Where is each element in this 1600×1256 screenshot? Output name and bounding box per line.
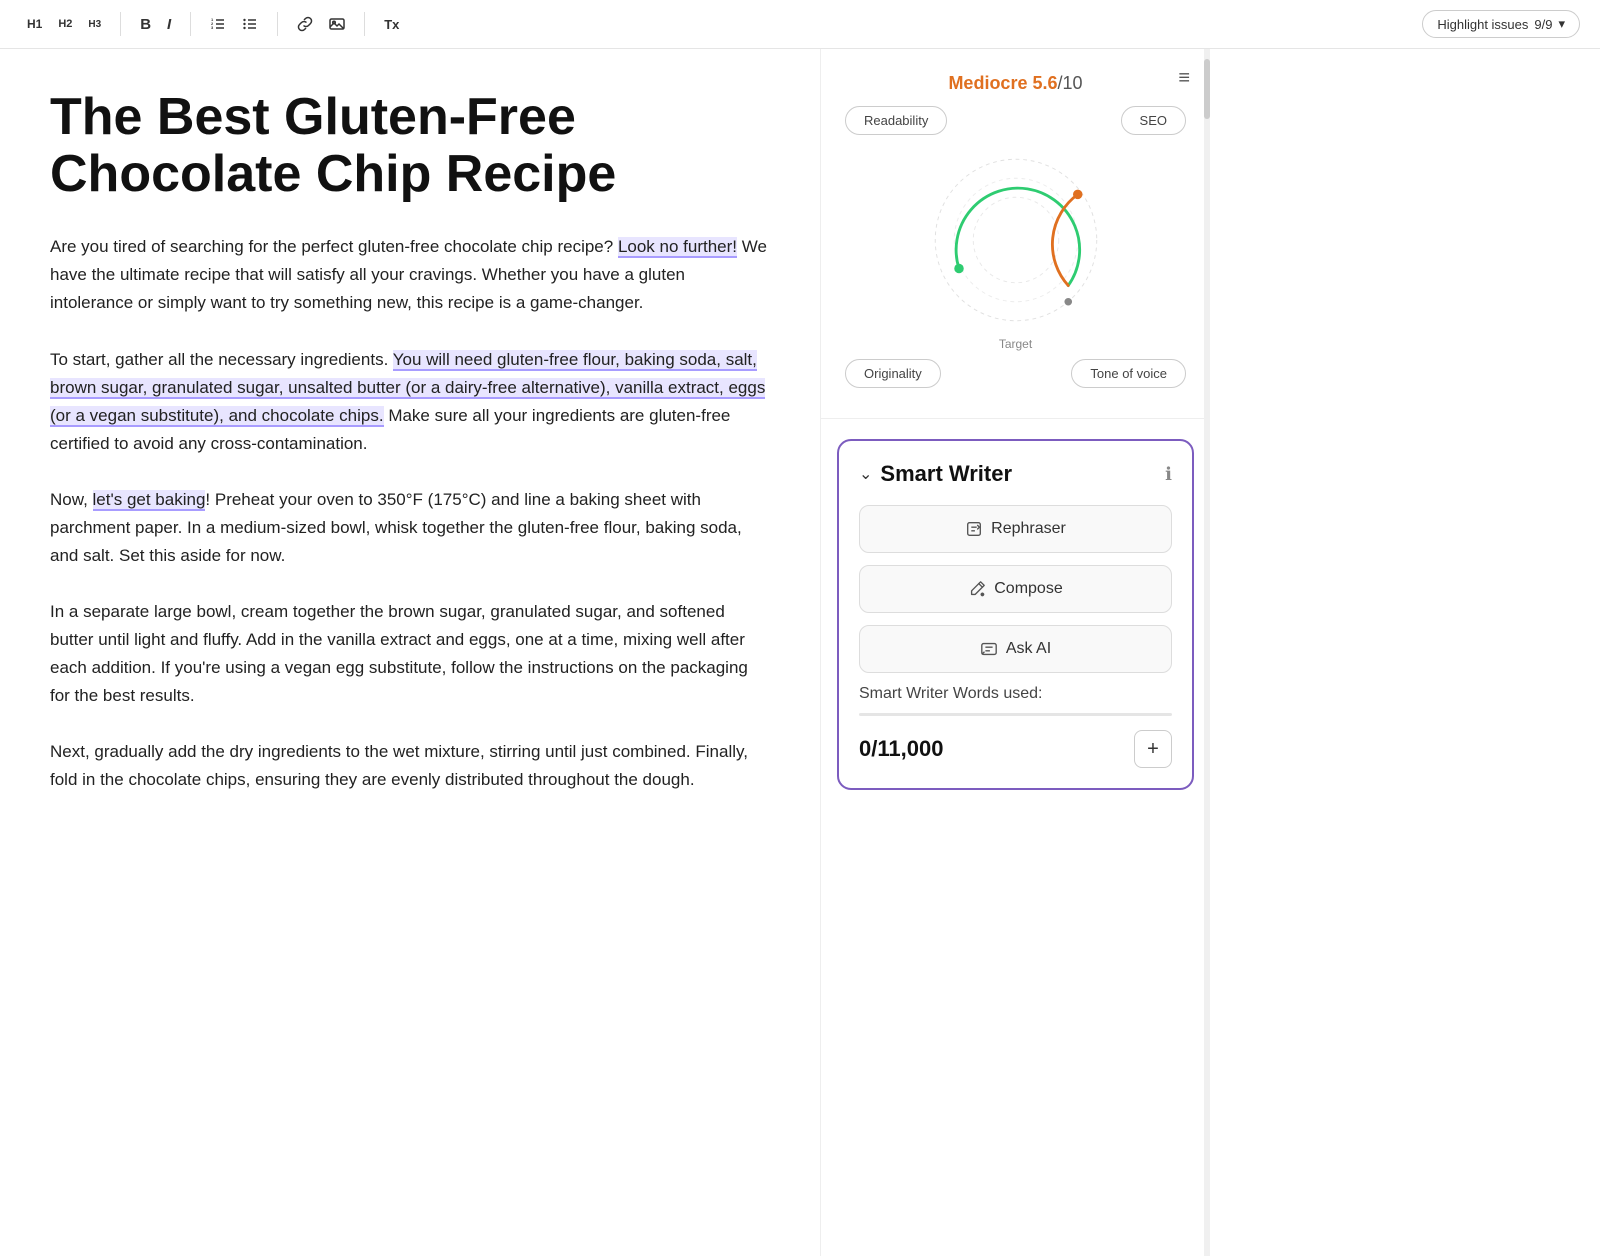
smart-writer-title: Smart Writer: [880, 461, 1012, 487]
sw-header-left: ⌄ Smart Writer: [859, 461, 1012, 487]
image-button[interactable]: [322, 12, 352, 36]
compose-button[interactable]: Compose: [859, 565, 1172, 613]
article-title: The Best Gluten-Free Chocolate Chip Reci…: [50, 89, 770, 203]
ask-ai-button[interactable]: Ask AI: [859, 625, 1172, 673]
h1-button[interactable]: H1: [20, 13, 49, 35]
p3-highlight-1: let's get baking: [93, 490, 206, 511]
compose-icon: [968, 580, 986, 598]
highlight-issues-button[interactable]: Highlight issues 9/9 ▾: [1422, 10, 1580, 38]
format-buttons: B I: [133, 12, 178, 37]
list-buttons: 1 2 3: [203, 12, 265, 36]
score-value: 5.6: [1032, 73, 1057, 93]
words-used-value: 0: [859, 736, 871, 761]
gauge-container: [845, 145, 1186, 335]
right-panel: ≡ Mediocre 5.6/10 Readability SEO: [820, 49, 1210, 1256]
toolbar: H1 H2 H3 B I 1 2 3: [0, 0, 1600, 49]
rephraser-icon: [965, 520, 983, 538]
p5-text-1: Next, gradually add the dry ingredients …: [50, 742, 748, 789]
ask-ai-label: Ask AI: [1006, 640, 1051, 658]
score-tabs-bottom: Originality Tone of voice: [845, 359, 1186, 388]
words-total: /11,000: [871, 736, 943, 761]
insert-buttons: [290, 12, 352, 36]
panel-menu-icon[interactable]: ≡: [1178, 67, 1190, 90]
ordered-list-button[interactable]: 1 2 3: [203, 12, 233, 36]
words-used-label: Smart Writer Words used:: [859, 685, 1172, 703]
highlight-label: Highlight issues: [1437, 17, 1528, 32]
h2-button[interactable]: H2: [51, 14, 79, 34]
p4-text-1: In a separate large bowl, cream together…: [50, 602, 748, 705]
paragraph-1: Are you tired of searching for the perfe…: [50, 233, 770, 317]
ask-ai-icon: [980, 640, 998, 658]
add-words-button[interactable]: +: [1134, 730, 1172, 768]
clear-format-button[interactable]: Tx: [377, 13, 406, 36]
editor-area[interactable]: The Best Gluten-Free Chocolate Chip Reci…: [0, 49, 820, 1256]
chevron-down-icon: ▾: [1558, 16, 1565, 32]
paragraph-5: Next, gradually add the dry ingredients …: [50, 738, 770, 794]
editor-body[interactable]: Are you tired of searching for the perfe…: [50, 233, 770, 794]
smart-writer-header: ⌄ Smart Writer ℹ: [859, 461, 1172, 487]
rephraser-button[interactable]: Rephraser: [859, 505, 1172, 553]
sep-3: [277, 12, 278, 36]
gauge-svg: [921, 145, 1111, 335]
p3-text-1: Now,: [50, 490, 93, 509]
bold-button[interactable]: B: [133, 12, 158, 37]
main-layout: The Best Gluten-Free Chocolate Chip Reci…: [0, 49, 1600, 1256]
score-tabs-top: Readability SEO: [845, 106, 1186, 135]
score-label: Mediocre 5.6/10: [845, 73, 1186, 94]
link-button[interactable]: [290, 12, 320, 36]
italic-button[interactable]: I: [160, 12, 178, 37]
tone-of-voice-tab[interactable]: Tone of voice: [1071, 359, 1186, 388]
p1-highlight-1: Look no further!: [618, 237, 737, 258]
info-icon[interactable]: ℹ: [1165, 464, 1172, 485]
words-footer: 0/11,000 +: [859, 730, 1172, 768]
heading-buttons: H1 H2 H3: [20, 13, 108, 35]
sep-4: [364, 12, 365, 36]
originality-tab[interactable]: Originality: [845, 359, 941, 388]
readability-tab[interactable]: Readability: [845, 106, 947, 135]
scrollbar-track: [1204, 49, 1210, 1256]
p2-text-1: To start, gather all the necessary ingre…: [50, 350, 393, 369]
unordered-list-button[interactable]: [235, 12, 265, 36]
seo-tab[interactable]: SEO: [1121, 106, 1186, 135]
score-denom: /10: [1058, 73, 1083, 93]
rephraser-label: Rephraser: [991, 520, 1066, 538]
smart-writer-panel: ⌄ Smart Writer ℹ Rephraser: [837, 439, 1194, 790]
paragraph-3: Now, let's get baking! Preheat your oven…: [50, 486, 770, 570]
p1-text-1: Are you tired of searching for the perfe…: [50, 237, 618, 256]
sep-2: [190, 12, 191, 36]
sw-chevron-icon[interactable]: ⌄: [859, 464, 872, 484]
paragraph-2: To start, gather all the necessary ingre…: [50, 346, 770, 458]
paragraph-4: In a separate large bowl, cream together…: [50, 598, 770, 710]
score-panel: Mediocre 5.6/10 Readability SEO: [821, 49, 1210, 419]
words-progress-bar: [859, 713, 1172, 716]
h3-button[interactable]: H3: [81, 15, 108, 34]
compose-label: Compose: [994, 580, 1062, 598]
highlight-count: 9/9: [1534, 17, 1552, 32]
gauge-target-label: Target: [845, 337, 1186, 351]
scrollbar-thumb[interactable]: [1204, 59, 1210, 119]
words-count: 0/11,000: [859, 736, 943, 762]
svg-text:3: 3: [211, 25, 214, 30]
sep-1: [120, 12, 121, 36]
score-mediocre-text: Mediocre: [948, 73, 1027, 93]
